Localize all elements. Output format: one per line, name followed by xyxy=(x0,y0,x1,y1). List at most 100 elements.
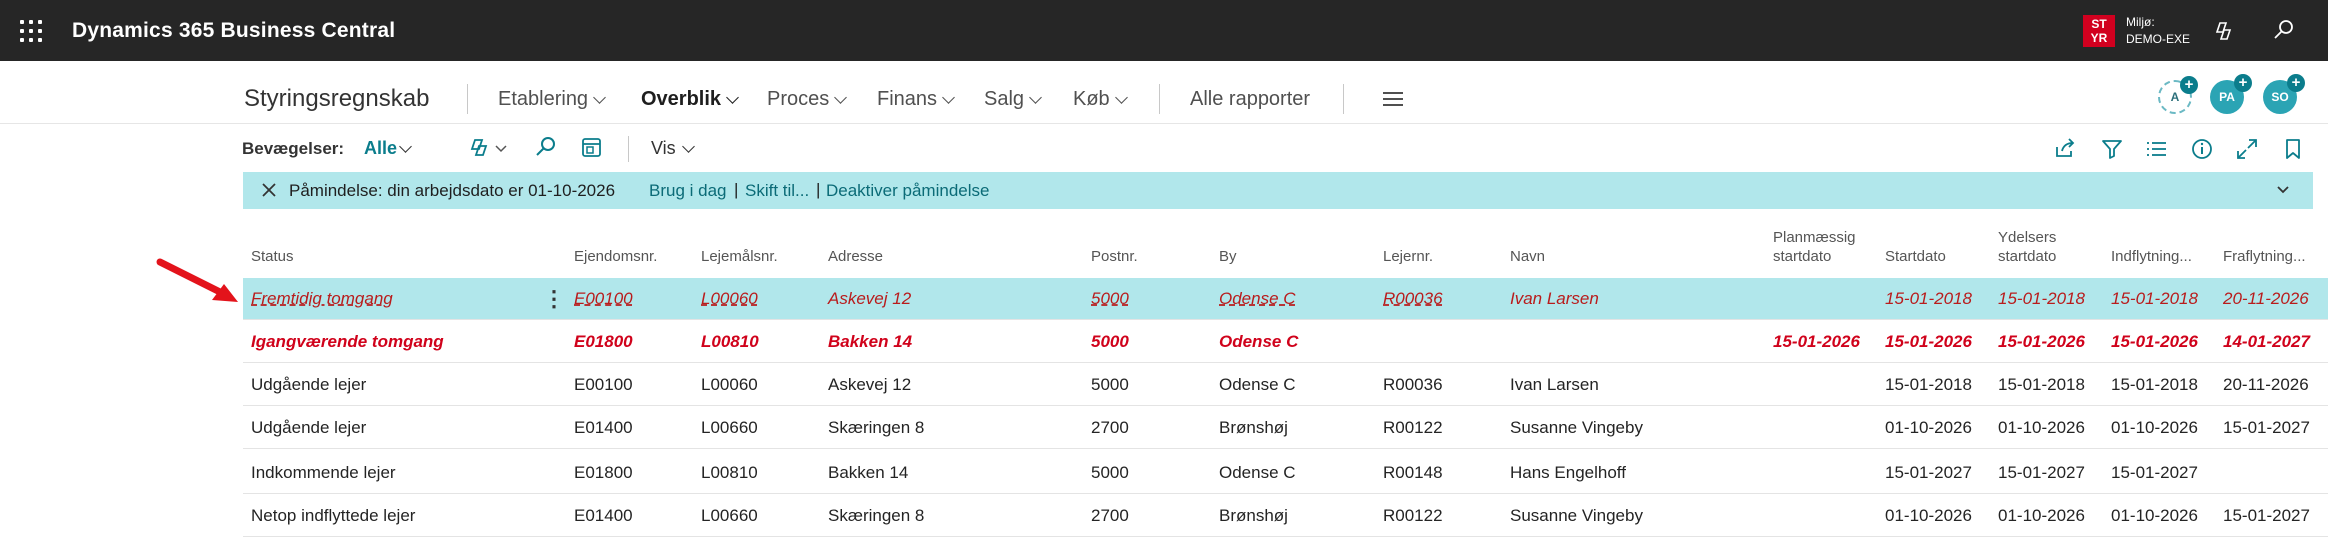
cell-by[interactable]: Brønshøj xyxy=(1219,506,1288,526)
cell-ejendomsnr[interactable]: E01400 xyxy=(574,418,633,438)
nav-item-label: Køb xyxy=(1073,88,1110,110)
cell-postnr[interactable]: 5000 xyxy=(1091,463,1129,483)
filter-icon[interactable] xyxy=(2100,137,2124,161)
column-header-status[interactable]: Status xyxy=(251,247,294,266)
search-icon[interactable] xyxy=(534,135,558,161)
cell-ejendomsnr[interactable]: E01800 xyxy=(574,463,633,483)
cell-adresse: Skæringen 8 xyxy=(828,506,925,525)
use-today-link[interactable]: Brug i dag xyxy=(649,181,727,201)
plus-icon: + xyxy=(2180,76,2198,94)
cell-lejernr[interactable]: R00036 xyxy=(1383,375,1443,395)
cell-postnr[interactable]: 2700 xyxy=(1091,418,1129,438)
cell-lejernr[interactable]: R00122 xyxy=(1383,418,1443,438)
column-header-indflytning[interactable]: Indflytning... xyxy=(2111,247,2192,266)
annotation-arrow-icon xyxy=(156,258,238,302)
chevron-down-icon[interactable] xyxy=(2275,182,2291,198)
column-header-by[interactable]: By xyxy=(1219,247,1237,266)
cell-navn: Susanne Vingeby xyxy=(1510,506,1643,525)
cell-lejemaalsnr[interactable]: L00810 xyxy=(701,463,758,483)
cell-status[interactable]: Netop indflyttede lejer xyxy=(251,506,415,526)
cell-status[interactable]: Indkommende lejer xyxy=(251,463,396,483)
close-icon[interactable] xyxy=(261,182,277,198)
expand-icon[interactable] xyxy=(2235,137,2259,161)
copilot-icon[interactable] xyxy=(2214,20,2236,42)
cell-lejernr[interactable]: R00122 xyxy=(1383,506,1443,526)
nav-item-label: Alle rapporter xyxy=(1190,88,1311,110)
nav-item-koeb[interactable]: Køb xyxy=(1073,88,1130,111)
cell-by[interactable]: Brønshøj xyxy=(1219,418,1288,438)
cell-ejendomsnr[interactable]: E01400 xyxy=(574,506,633,526)
cell-lejemaalsnr[interactable]: L00060 xyxy=(701,375,758,395)
cell-lejemaalsnr[interactable]: L00060 xyxy=(701,289,758,309)
cell-lejemaalsnr[interactable]: L00810 xyxy=(701,332,759,352)
list-view-icon[interactable] xyxy=(2145,137,2169,161)
cell-status[interactable]: Udgående lejer xyxy=(251,375,366,395)
table-row[interactable]: Igangværende tomgang E01800 L00810 Bakke… xyxy=(243,321,2328,363)
nav-item-proces[interactable]: Proces xyxy=(767,88,849,111)
cell-lejemaalsnr[interactable]: L00660 xyxy=(701,418,758,438)
column-header-navn[interactable]: Navn xyxy=(1510,247,1545,266)
table-row[interactable]: Fremtidig tomgang ⋮ E00100 L00060 Askeve… xyxy=(243,278,2328,320)
share-icon[interactable] xyxy=(2053,137,2077,161)
avatar-so[interactable]: SO + xyxy=(2263,74,2305,114)
cell-startdato: 15-01-2027 xyxy=(1885,463,1972,482)
avatar-a[interactable]: A + xyxy=(2158,76,2198,114)
edit-in-excel-icon[interactable] xyxy=(580,135,604,161)
view-dropdown[interactable]: Vis xyxy=(651,138,697,159)
bookmark-icon[interactable] xyxy=(2281,137,2305,161)
nav-item-alle-rapporter[interactable]: Alle rapporter xyxy=(1190,88,1310,111)
column-header-adresse[interactable]: Adresse xyxy=(828,247,883,266)
hamburger-menu-icon[interactable] xyxy=(1383,92,1403,110)
info-icon[interactable] xyxy=(2190,137,2214,161)
cell-postnr[interactable]: 5000 xyxy=(1091,289,1129,309)
column-header-planmaessig-startdato[interactable]: Planmæssig startdato xyxy=(1773,228,1856,266)
cell-status[interactable]: Fremtidig tomgang xyxy=(251,289,393,309)
environment-info[interactable]: Miljø: DEMO-EXE xyxy=(2126,14,2190,48)
column-header-ydelsers-startdato[interactable]: Ydelsers startdato xyxy=(1998,228,2056,266)
environment-name: DEMO-EXE xyxy=(2126,32,2191,46)
cell-by[interactable]: Odense C xyxy=(1219,332,1298,352)
cell-postnr[interactable]: 2700 xyxy=(1091,506,1129,526)
cell-ejendomsnr[interactable]: E00100 xyxy=(574,375,633,395)
search-icon[interactable] xyxy=(2273,19,2295,41)
nav-item-etablering[interactable]: Etablering xyxy=(498,88,608,111)
cell-ejendomsnr[interactable]: E01800 xyxy=(574,332,633,352)
cell-status[interactable]: Udgående lejer xyxy=(251,418,366,438)
switch-to-link[interactable]: Skift til... xyxy=(745,181,809,201)
column-header-lejemaalsnr[interactable]: Lejemålsnr. xyxy=(701,247,778,266)
column-header-startdato[interactable]: Startdato xyxy=(1885,247,1946,266)
app-launcher-icon[interactable] xyxy=(20,20,42,42)
table-row[interactable]: Indkommende lejer E01800 L00810 Bakken 1… xyxy=(243,452,2328,494)
column-header-ejendomsnr[interactable]: Ejendomsnr. xyxy=(574,247,657,266)
cell-postnr[interactable]: 5000 xyxy=(1091,332,1129,352)
cell-lejernr[interactable]: R00036 xyxy=(1383,289,1443,309)
copilot-icon[interactable] xyxy=(468,135,512,161)
column-header-lejernr[interactable]: Lejernr. xyxy=(1383,247,1433,266)
environment-label: Miljø: xyxy=(2126,15,2155,29)
table-row[interactable]: Udgående lejer E01400 L00660 Skæringen 8… xyxy=(243,407,2328,449)
cell-fraflytning: 20-11-2026 xyxy=(2223,375,2309,394)
cell-status[interactable]: Igangværende tomgang xyxy=(251,332,444,352)
avatar-pa[interactable]: PA + xyxy=(2210,74,2252,114)
column-header-fraflytning[interactable]: Fraflytning... xyxy=(2223,247,2306,266)
disable-reminder-link[interactable]: Deaktiver påmindelse xyxy=(826,181,989,201)
entries-filter-dropdown[interactable]: Alle xyxy=(364,138,414,159)
cell-postnr[interactable]: 5000 xyxy=(1091,375,1129,395)
cell-by[interactable]: Odense C xyxy=(1219,463,1296,483)
cell-lejernr[interactable]: R00148 xyxy=(1383,463,1443,483)
nav-item-salg[interactable]: Salg xyxy=(984,88,1044,111)
nav-item-finans[interactable]: Finans xyxy=(877,88,957,111)
cell-by[interactable]: Odense C xyxy=(1219,375,1296,395)
table-row[interactable]: Netop indflyttede lejer E01400 L00660 Sk… xyxy=(243,495,2328,537)
cell-by[interactable]: Odense C xyxy=(1219,289,1296,309)
app-title[interactable]: Dynamics 365 Business Central xyxy=(72,19,395,43)
cell-lejemaalsnr[interactable]: L00660 xyxy=(701,506,758,526)
cell-startdato: 15-01-2018 xyxy=(1885,289,1972,308)
row-actions-icon[interactable]: ⋮ xyxy=(543,286,565,312)
cell-adresse: Skæringen 8 xyxy=(828,418,925,437)
nav-item-overblik[interactable]: Overblik xyxy=(641,88,741,111)
column-header-postnr[interactable]: Postnr. xyxy=(1091,247,1138,266)
table-row[interactable]: Udgående lejer E00100 L00060 Askevej 12 … xyxy=(243,364,2328,406)
environment-badge[interactable]: ST YR xyxy=(2083,15,2115,47)
cell-ejendomsnr[interactable]: E00100 xyxy=(574,289,633,309)
